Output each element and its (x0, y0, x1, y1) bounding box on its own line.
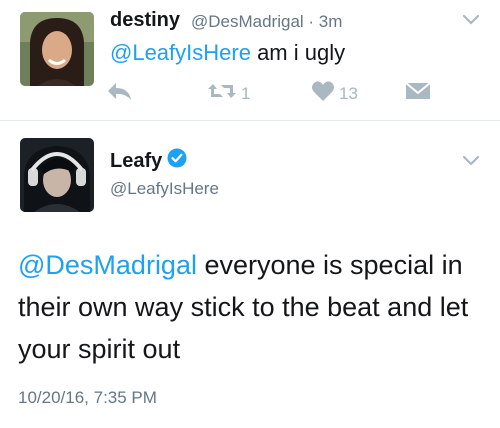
handle-and-time: @DesMadrigal · 3m (191, 12, 342, 32)
retweet-button[interactable]: 1 (207, 80, 250, 107)
reply-button[interactable] (105, 80, 133, 107)
display-name: Leafy (110, 148, 187, 174)
chevron-down-icon[interactable] (462, 14, 480, 29)
verified-badge-icon (167, 148, 187, 174)
envelope-icon (405, 80, 431, 107)
retweet-icon (207, 80, 237, 107)
tweet-text: @LeafyIsHere am i ugly (110, 40, 345, 66)
like-button[interactable]: 13 (311, 80, 358, 107)
timestamp[interactable]: 10/20/16, 7:35 PM (18, 388, 157, 408)
tweet-body: am i ugly (250, 40, 346, 65)
tweet-age: · 3m (308, 12, 343, 31)
chevron-down-icon[interactable] (462, 155, 480, 170)
display-name[interactable]: destiny (110, 9, 180, 32)
divider (0, 120, 500, 121)
mention-link[interactable]: @DesMadrigal (18, 250, 197, 280)
retweet-count: 1 (241, 83, 251, 103)
tweet-text: @DesMadrigal everyone is special in thei… (18, 244, 488, 370)
mention-link[interactable]: @LeafyIsHere (110, 40, 251, 65)
heart-icon (311, 80, 335, 107)
tweet-actions: 1 13 (105, 80, 445, 106)
display-name-text[interactable]: Leafy (110, 150, 162, 173)
avatar[interactable] (20, 138, 94, 212)
like-count: 13 (339, 83, 358, 103)
username[interactable]: @LeafyIsHere (110, 179, 219, 199)
reply-icon (105, 80, 133, 107)
direct-message-button[interactable] (405, 80, 431, 107)
username[interactable]: @DesMadrigal (191, 12, 304, 31)
avatar[interactable] (20, 12, 94, 86)
